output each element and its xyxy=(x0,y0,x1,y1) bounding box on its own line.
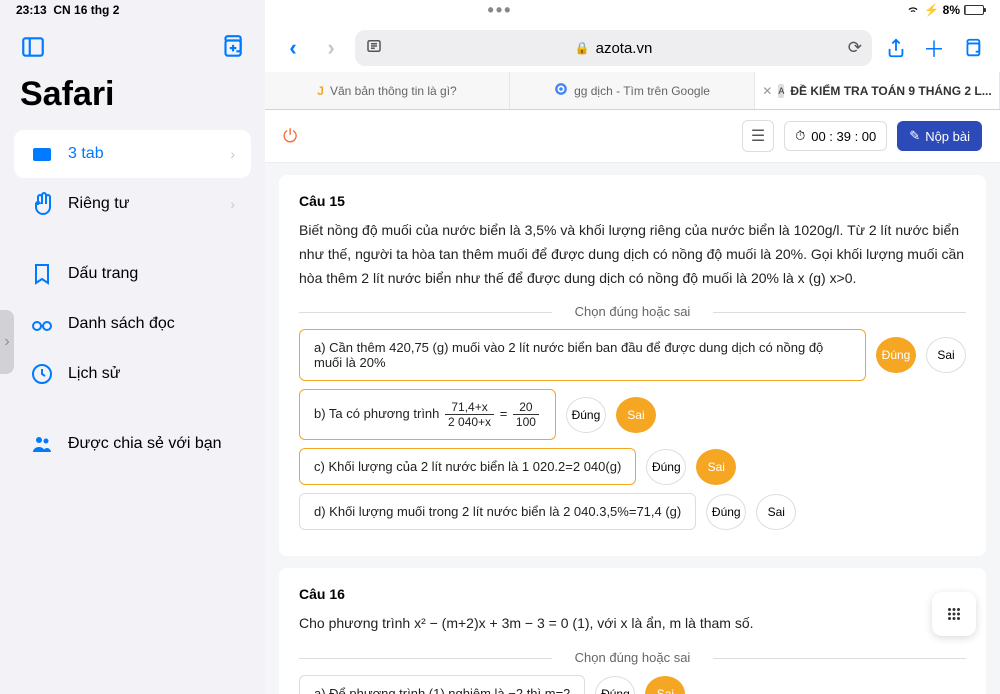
edit-icon: ✎ xyxy=(909,128,920,144)
question-15: Câu 15 Biết nồng độ muối của nước biển l… xyxy=(279,175,986,556)
address-bar[interactable]: 🔒 azota.vn ⟳ xyxy=(355,30,872,66)
true-button[interactable]: Đúng xyxy=(876,337,916,373)
sidebar-item-label: Được chia sẻ với bạn xyxy=(68,435,235,453)
battery-icon xyxy=(964,5,984,15)
reload-icon[interactable]: ⟳ xyxy=(848,38,862,58)
tab-favicon: A xyxy=(778,84,784,98)
stopwatch-icon: ⏱ xyxy=(795,128,805,144)
option-a: a) Cần thêm 420,75 (g) muối vào 2 lít nư… xyxy=(299,329,866,381)
sidebar-item-label: Dấu trang xyxy=(68,265,235,283)
lock-icon: 🔒 xyxy=(575,41,590,55)
sidebar-item-tabs[interactable]: 3 tab › xyxy=(14,130,251,178)
sidebar-item-shared[interactable]: Được chia sẻ với bạn xyxy=(14,420,251,468)
true-button[interactable]: Đúng xyxy=(595,676,635,694)
sidebar-item-history[interactable]: Lịch sử xyxy=(14,350,251,398)
question-text: Cho phương trình x² − (m+2)x + 3m − 3 = … xyxy=(299,612,966,636)
slide-over-handle[interactable]: › xyxy=(0,310,14,374)
clock-icon xyxy=(30,362,54,386)
glasses-icon xyxy=(30,312,54,336)
hand-icon xyxy=(30,192,54,216)
false-button[interactable]: Sai xyxy=(645,676,685,694)
app-title: Safari xyxy=(0,71,265,128)
true-button[interactable]: Đúng xyxy=(566,397,606,433)
question-title: Câu 15 xyxy=(299,193,966,209)
browser-main: ‹ › 🔒 azota.vn ⟳ ＋ J Văn bản thông tin l… xyxy=(265,0,1000,694)
new-tab-button[interactable]: ＋ xyxy=(920,34,948,62)
url-text: azota.vn xyxy=(596,40,653,57)
people-icon xyxy=(30,432,54,456)
grid-fab[interactable] xyxy=(932,592,976,636)
option-a: a) Để phương trình (1) nghiệm là −2 thì … xyxy=(299,675,585,694)
list-view-button[interactable]: ☰ xyxy=(742,120,774,152)
tab-favicon xyxy=(554,82,568,99)
close-tab-icon[interactable]: ✕ xyxy=(762,84,772,98)
sidebar-item-label: Riêng tư xyxy=(68,195,216,213)
forward-button[interactable]: › xyxy=(317,34,345,62)
tab-favicon: J xyxy=(317,84,324,98)
true-button[interactable]: Đúng xyxy=(646,449,686,485)
question-16: Câu 16 Cho phương trình x² − (m+2)x + 3m… xyxy=(279,568,986,694)
tab-2[interactable]: gg dịch - Tìm trên Google xyxy=(510,72,755,109)
option-d: d) Khối lượng muối trong 2 lít nước biển… xyxy=(299,493,696,530)
page-content: ⏻ ☰ ⏱ 00 : 39 : 00 ✎ Nộp bài Câu 15 Biết… xyxy=(265,110,1000,694)
timer: ⏱ 00 : 39 : 00 xyxy=(784,121,887,151)
new-tab-icon[interactable] xyxy=(219,34,245,65)
share-button[interactable] xyxy=(882,34,910,62)
bookmark-icon xyxy=(30,262,54,286)
false-button[interactable]: Sai xyxy=(926,337,966,373)
choice-heading: Chọn đúng hoặc sai xyxy=(299,650,966,665)
tabs-overview-button[interactable] xyxy=(958,34,986,62)
sidebar-toggle-icon[interactable] xyxy=(20,34,46,65)
status-time: 23:13 CN 16 thg 2 xyxy=(16,3,906,17)
wifi-icon xyxy=(906,2,920,19)
option-c: c) Khối lượng của 2 lít nước biển là 1 0… xyxy=(299,448,636,485)
tabs-row: J Văn bản thông tin là gì? gg dịch - Tìm… xyxy=(265,72,1000,110)
battery-text: ⚡ 8% xyxy=(924,3,960,17)
sidebar-item-bookmarks[interactable]: Dấu trang xyxy=(14,250,251,298)
sidebar-item-label: Danh sách đọc xyxy=(68,315,235,333)
choice-heading: Chọn đúng hoặc sai xyxy=(299,304,966,319)
question-title: Câu 16 xyxy=(299,586,966,602)
sidebar-item-private[interactable]: Riêng tư › xyxy=(14,180,251,228)
true-button[interactable]: Đúng xyxy=(706,494,746,530)
power-icon[interactable]: ⏻ xyxy=(283,126,297,147)
multitask-dots[interactable]: ••• xyxy=(488,0,513,21)
tab-label: Văn bản thông tin là gì? xyxy=(330,84,457,98)
submit-button[interactable]: ✎ Nộp bài xyxy=(897,121,982,151)
question-text: Biết nồng độ muối của nước biển là 3,5% … xyxy=(299,219,966,290)
tab-label: ĐỀ KIỂM TRA TOÁN 9 THÁNG 2 L... xyxy=(790,84,991,98)
back-button[interactable]: ‹ xyxy=(279,34,307,62)
tabs-icon xyxy=(30,142,54,166)
tab-1[interactable]: J Văn bản thông tin là gì? xyxy=(265,72,510,109)
safari-sidebar: Safari 3 tab › Riêng tư › Dấu trang Danh… xyxy=(0,0,265,694)
false-button[interactable]: Sai xyxy=(696,449,736,485)
chevron-right-icon: › xyxy=(230,196,235,212)
false-button[interactable]: Sai xyxy=(756,494,796,530)
sidebar-item-label: Lịch sử xyxy=(68,365,235,383)
status-bar: 23:13 CN 16 thg 2 ••• ⚡ 8% xyxy=(0,0,1000,20)
tab-label: gg dịch - Tìm trên Google xyxy=(574,84,710,98)
sidebar-item-label: 3 tab xyxy=(68,145,216,163)
option-b: b) Ta có phương trình 71,4+x2 040+x = 20… xyxy=(299,389,556,440)
chevron-right-icon: › xyxy=(230,146,235,162)
sidebar-item-readinglist[interactable]: Danh sách đọc xyxy=(14,300,251,348)
false-button[interactable]: Sai xyxy=(616,397,656,433)
tab-3[interactable]: ✕ A ĐỀ KIỂM TRA TOÁN 9 THÁNG 2 L... xyxy=(755,72,1000,109)
reader-mode-icon[interactable] xyxy=(365,37,383,59)
